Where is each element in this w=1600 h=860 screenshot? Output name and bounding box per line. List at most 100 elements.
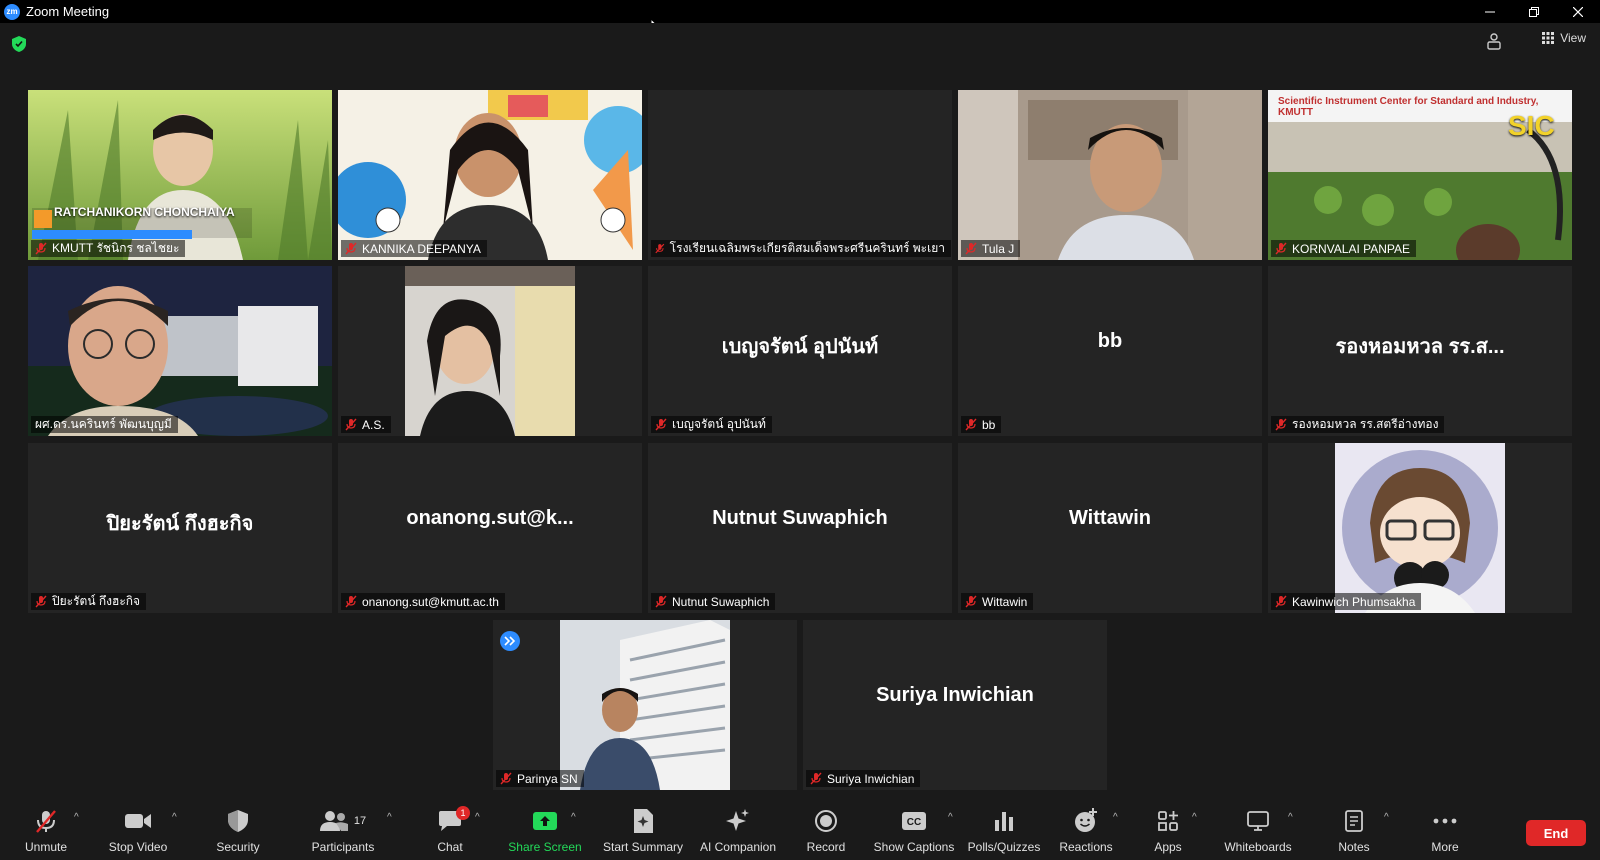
participant-display-name: Wittawin xyxy=(1068,507,1152,529)
muted-mic-icon xyxy=(500,772,512,785)
participant-name: bb xyxy=(982,417,996,432)
participant-tile[interactable]: เบญจรัตน์ อุปนันท์ เบญจรัตน์ อุปนันท์ xyxy=(648,266,952,436)
participant-tile[interactable]: Nutnut Suwaphich Nutnut Suwaphich xyxy=(648,443,952,613)
participant-name-tag: KANNIKA DEEPANYA xyxy=(341,240,487,257)
participant-display-name: bb xyxy=(1097,330,1123,352)
muted-mic-icon xyxy=(345,418,357,431)
audio-options-caret-icon[interactable]: ^ xyxy=(74,812,79,823)
muted-mic-icon xyxy=(35,242,47,255)
participant-tile[interactable]: รองหอมหวล รร.ส... รองหอมหวล รร.สตรีอ่างท… xyxy=(1268,266,1572,436)
participant-name: KMUTT รัชนิกร ชลไชยะ xyxy=(52,241,180,255)
muted-mic-icon xyxy=(345,595,357,608)
video-feed xyxy=(958,90,1262,260)
bar-chart-icon xyxy=(995,812,1013,831)
whiteboard-options-caret-icon[interactable]: ^ xyxy=(1288,812,1293,823)
participant-display-name: เบญจรัตน์ อุปนันท์ xyxy=(721,336,879,358)
participant-name: Kawinwich Phumsakha xyxy=(1292,594,1416,609)
participant-tile[interactable]: โรงเรียนเฉลิมพระเกียรติสมเด็จพระศรีนคริน… xyxy=(648,90,952,260)
participant-name: onanong.sut@kmutt.ac.th xyxy=(362,594,499,609)
participant-tile[interactable]: A.S. xyxy=(338,266,642,436)
participant-name-tag: Kawinwich Phumsakha xyxy=(1271,593,1422,610)
participant-tile[interactable]: KANNIKA DEEPANYA xyxy=(338,90,642,260)
video-options-caret-icon[interactable]: ^ xyxy=(172,812,177,823)
security-button[interactable]: Security xyxy=(190,806,286,854)
record-button[interactable]: Record xyxy=(778,806,874,854)
participant-tile[interactable]: RATCHANIKORN CHONCHAIYA KMUTT รัชนิกร ชล… xyxy=(28,90,332,260)
share-screen-icon xyxy=(533,812,557,830)
participant-name-tag: Tula J xyxy=(961,240,1021,257)
apps-button[interactable]: Apps xyxy=(1120,806,1216,854)
chat-button[interactable]: 1 Chat xyxy=(402,806,498,854)
participant-tile[interactable]: Kawinwich Phumsakha xyxy=(1268,443,1572,613)
muted-mic-icon xyxy=(810,772,822,785)
muted-mic-icon xyxy=(1275,595,1287,608)
participant-name-tag: Nutnut Suwaphich xyxy=(651,593,776,610)
participant-name-tag: รองหอมหวล รร.สตรีอ่างทอง xyxy=(1271,416,1445,433)
participant-tile[interactable]: Scientific Instrument Center for Standar… xyxy=(1268,90,1572,260)
summary-document-icon xyxy=(634,809,653,833)
pinned-spotlight-icon[interactable] xyxy=(499,630,521,652)
participant-tile[interactable]: Wittawin Wittawin xyxy=(958,443,1262,613)
participant-tile[interactable]: onanong.sut@k... onanong.sut@kmutt.ac.th xyxy=(338,443,642,613)
chat-options-caret-icon[interactable]: ^ xyxy=(475,812,480,823)
muted-mic-icon xyxy=(965,418,977,431)
apps-options-caret-icon[interactable]: ^ xyxy=(1192,812,1197,823)
participant-tile[interactable]: bb bb xyxy=(958,266,1262,436)
muted-mic-icon xyxy=(655,595,667,608)
muted-mic-icon xyxy=(1275,418,1287,431)
video-feed xyxy=(405,266,575,436)
participant-tile[interactable]: Tula J xyxy=(958,90,1262,260)
participant-name: Wittawin xyxy=(982,594,1028,609)
security-shield-icon xyxy=(228,810,248,832)
participant-tile[interactable]: Suriya Inwichian Suriya Inwichian xyxy=(803,620,1107,790)
participant-name-tag: KORNVALAI PANPAE xyxy=(1271,240,1417,257)
record-icon xyxy=(815,810,837,832)
muted-mic-icon xyxy=(1275,242,1287,255)
participants-options-caret-icon[interactable]: ^ xyxy=(387,812,392,823)
chat-unread-badge: 1 xyxy=(456,806,470,820)
meeting-toolbar: Unmute ^ Stop Video ^ Security 17 Partic… xyxy=(0,800,1600,860)
notes-options-caret-icon[interactable]: ^ xyxy=(1384,812,1389,823)
participant-name-tag: Parinya SN xyxy=(496,770,584,787)
start-summary-button[interactable]: Start Summary xyxy=(595,806,691,854)
participant-count: 17 xyxy=(353,815,367,827)
participant-name-tag: onanong.sut@kmutt.ac.th xyxy=(341,593,505,610)
video-gallery: RATCHANIKORN CHONCHAIYA KMUTT รัชนิกร ชล… xyxy=(0,0,1600,800)
more-button[interactable]: More xyxy=(1397,806,1493,854)
participant-name-tag: KMUTT รัชนิกร ชลไชยะ xyxy=(31,240,186,257)
muted-mic-icon xyxy=(965,242,977,255)
captions-cc-icon: CC xyxy=(902,812,926,830)
muted-mic-icon xyxy=(35,595,47,608)
participant-tile[interactable]: ปิยะรัตน์ กึงฮะกิจ ปิยะรัตน์ กึงฮะกิจ xyxy=(28,443,332,613)
end-meeting-button[interactable]: End xyxy=(1526,820,1586,846)
active-speaker-tile[interactable]: ผศ.ดร.นครินทร์ พัฒนบุญมี xyxy=(28,266,332,436)
profile-picture xyxy=(1335,443,1505,613)
participant-name: โรงเรียนเฉลิมพระเกียรติสมเด็จพระศรีนคริน… xyxy=(669,241,945,255)
participant-name-tag: โรงเรียนเฉลิมพระเกียรติสมเด็จพระศรีนคริน… xyxy=(651,240,951,257)
participants-button[interactable]: 17 Participants xyxy=(295,806,391,854)
reactions-options-caret-icon[interactable]: ^ xyxy=(1113,812,1118,823)
share-options-caret-icon[interactable]: ^ xyxy=(571,812,576,823)
captions-options-caret-icon[interactable]: ^ xyxy=(948,812,953,823)
virtual-background-caption: RATCHANIKORN CHONCHAIYA xyxy=(54,205,235,219)
participant-name-tag: bb xyxy=(961,416,1002,433)
participant-name: ปิยะรัตน์ กึงฮะกิจ xyxy=(52,594,141,608)
participant-name-tag: ปิยะรัตน์ กึงฮะกิจ xyxy=(31,593,147,610)
participant-display-name: Suriya Inwichian xyxy=(876,684,1034,706)
ai-companion-button[interactable]: AI Companion xyxy=(690,806,786,854)
participant-name: Parinya SN xyxy=(517,771,578,786)
participant-name-tag: Suriya Inwichian xyxy=(806,770,921,787)
participant-name: Nutnut Suwaphich xyxy=(672,594,770,609)
unmute-button[interactable]: Unmute xyxy=(0,806,94,854)
share-screen-button[interactable]: Share Screen xyxy=(497,806,593,854)
video-feed xyxy=(338,90,642,260)
participant-name: Suriya Inwichian xyxy=(827,771,915,786)
participant-name-tag: เบญจรัตน์ อุปนันท์ xyxy=(651,416,772,433)
participant-name-tag: ผศ.ดร.นครินทร์ พัฒนบุญมี xyxy=(31,416,178,433)
ai-sparkle-icon xyxy=(726,809,749,831)
participant-name: Tula J xyxy=(982,241,1015,256)
participant-name: เบญจรัตน์ อุปนันท์ xyxy=(672,417,766,431)
participant-tile[interactable]: Parinya SN xyxy=(493,620,797,790)
participants-icon xyxy=(319,811,348,831)
participant-display-name: onanong.sut@k... xyxy=(406,507,574,529)
